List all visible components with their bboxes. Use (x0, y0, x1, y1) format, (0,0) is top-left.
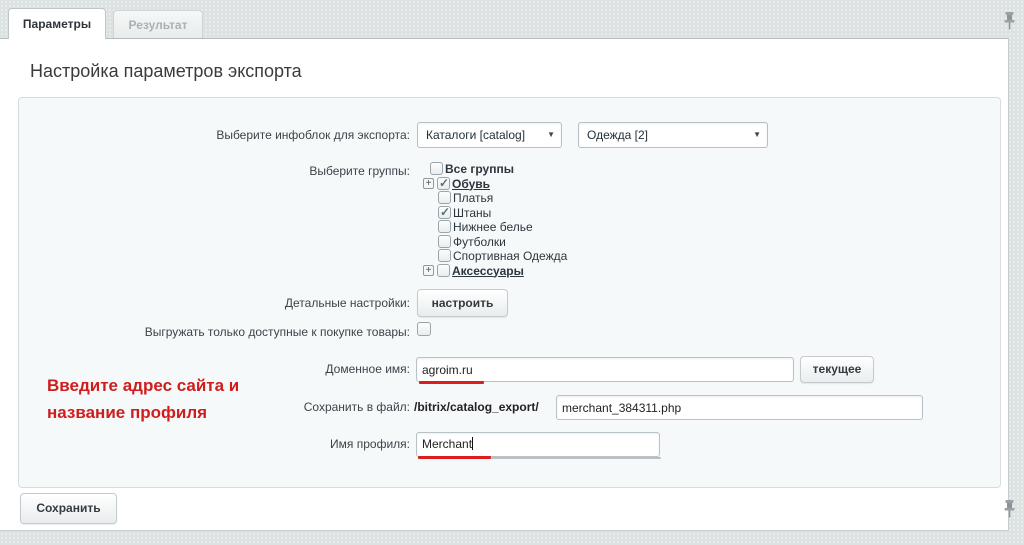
file-path-prefix: /bitrix/catalog_export/ (414, 400, 539, 414)
domain-input[interactable] (416, 357, 794, 382)
details-label: Детальные настройки: (284, 296, 410, 310)
profile-name-input[interactable]: Merchant (416, 432, 660, 457)
group-checkbox[interactable] (437, 263, 450, 277)
group-label[interactable]: Платья (453, 191, 493, 205)
catalog-select[interactable]: Каталоги [catalog] (417, 122, 562, 148)
group-label[interactable]: Обувь (452, 177, 490, 191)
group-label[interactable]: Нижнее белье (453, 220, 533, 234)
infoblock-label: Выберите инфоблок для экспорта: (216, 128, 410, 142)
group-checkbox[interactable] (438, 234, 451, 248)
group-label[interactable]: Штаны (453, 206, 491, 220)
file-name-input[interactable] (556, 395, 923, 420)
profile-name-value: Merchant (422, 437, 473, 451)
group-label[interactable]: Футболки (453, 235, 506, 249)
domain-red-underline-annotation (419, 381, 484, 384)
tree-item-tshirts: Футболки (423, 234, 567, 250)
profile-red-underline-annotation (418, 456, 491, 459)
group-label[interactable]: Спортивная Одежда (453, 249, 567, 263)
group-checkbox[interactable] (438, 220, 451, 233)
annotation-line-2: название профиля (47, 403, 208, 422)
tree-item-dresses: Платья (423, 191, 567, 206)
tree-item-accessories: Аксессуары (423, 263, 567, 279)
groups-label: Выберите группы: (309, 164, 410, 178)
available-only-checkbox[interactable] (417, 322, 431, 336)
configure-button[interactable]: настроить (417, 289, 508, 317)
group-checkbox[interactable] (430, 162, 443, 175)
save-button[interactable]: Сохранить (20, 493, 117, 524)
iblock-select-value: Одежда [2] (587, 128, 648, 142)
group-checkbox[interactable] (438, 205, 451, 219)
tab-parameters[interactable]: Параметры (8, 8, 106, 39)
tree-item-sportswear: Спортивная Одежда (423, 249, 567, 264)
content-card: Настройка параметров экспорта Выберите и… (0, 38, 1015, 531)
profile-gray-underline (491, 457, 661, 459)
pin-icon[interactable] (1002, 499, 1017, 519)
group-label[interactable]: Все группы (445, 162, 514, 176)
available-only-label: Выгружать только доступные к покупке тов… (144, 325, 410, 339)
group-label[interactable]: Аксессуары (452, 264, 524, 278)
catalog-select-value: Каталоги [catalog] (426, 128, 526, 142)
profile-label: Имя профиля: (330, 437, 410, 451)
annotation-line-1: Введите адрес сайта и (47, 376, 240, 395)
page-title: Настройка параметров экспорта (30, 61, 302, 81)
tree-item-underwear: Нижнее белье (423, 220, 567, 235)
tree-item-all-groups: Все группы (423, 162, 567, 177)
iblock-select[interactable]: Одежда [2] (578, 122, 768, 148)
current-domain-button[interactable]: текущее (800, 356, 874, 383)
export-settings-panel: Выберите инфоблок для экспорта: Каталоги… (18, 97, 1001, 488)
pin-icon[interactable] (1002, 11, 1017, 31)
group-checkbox[interactable] (437, 176, 450, 190)
group-checkbox[interactable] (438, 249, 451, 262)
groups-tree: Все группы Обувь Платья Штаны Нижнее бел (423, 162, 567, 278)
expand-icon[interactable] (423, 177, 434, 189)
annotation-text: Введите адрес сайта и название профиля (47, 372, 307, 426)
expand-icon[interactable] (423, 264, 434, 276)
tab-result[interactable]: Результат (113, 10, 203, 39)
text-caret (472, 437, 474, 450)
tree-item-shoes: Обувь (423, 176, 567, 192)
group-checkbox[interactable] (438, 191, 451, 204)
tree-item-pants: Штаны (423, 205, 567, 221)
